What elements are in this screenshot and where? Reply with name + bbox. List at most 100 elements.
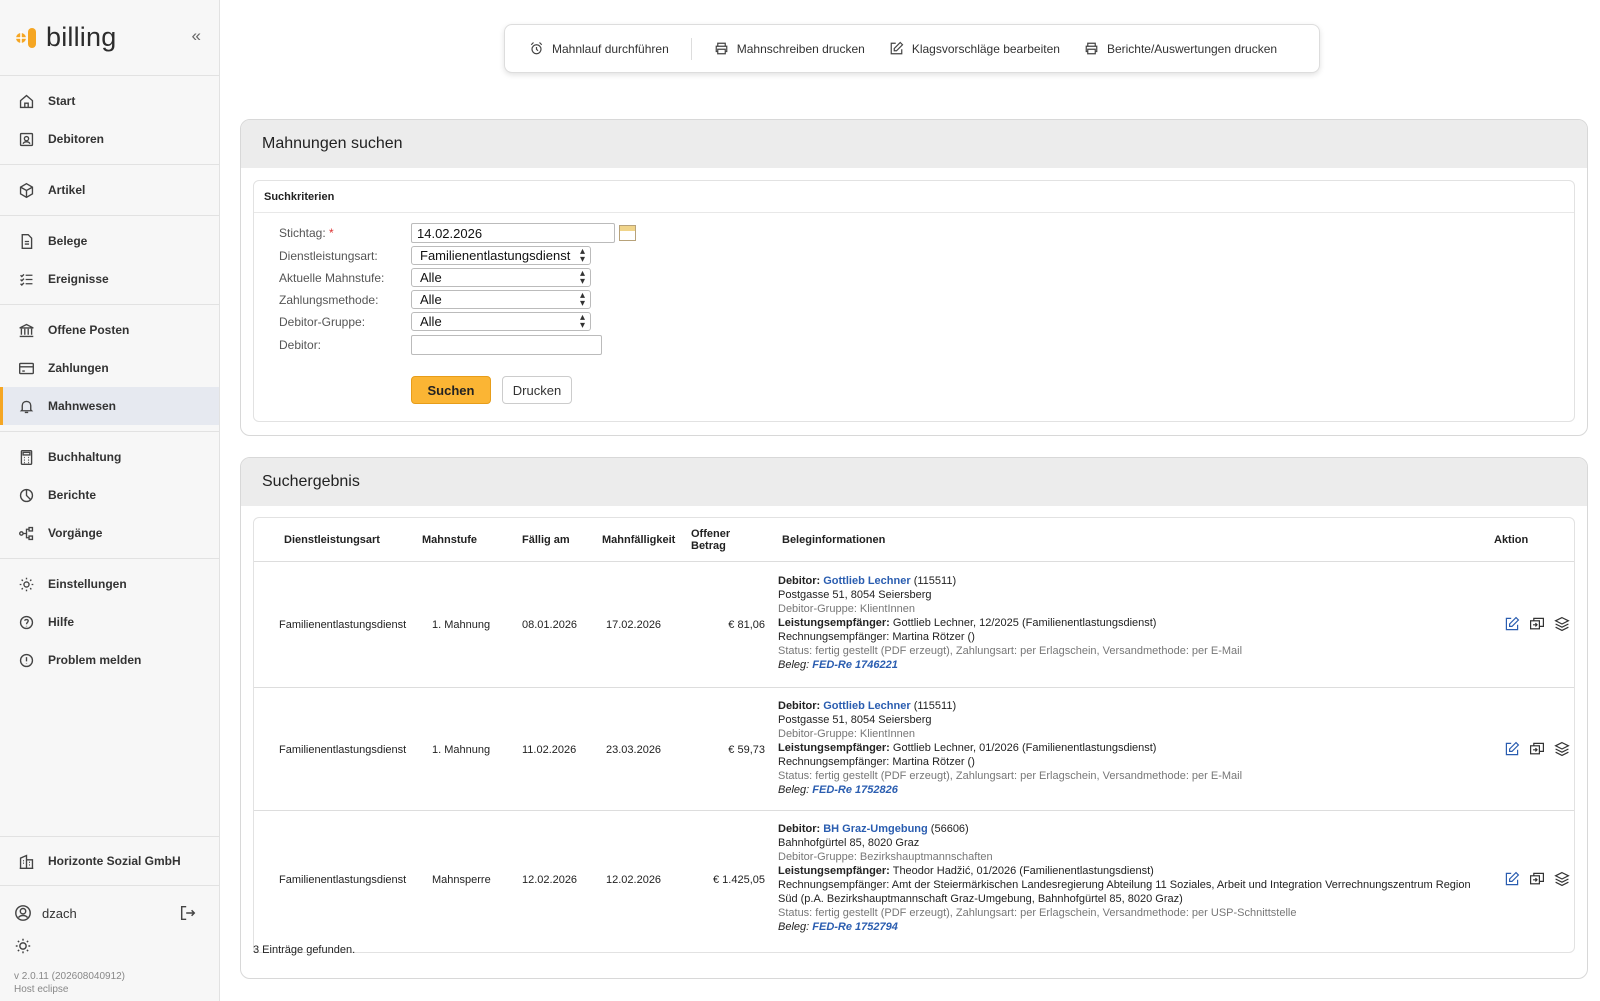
stichtag-input[interactable] [411,223,615,243]
table-header: Dienstleistungsart Mahnstufe Fällig am M… [254,518,1574,562]
mahnstufe-select[interactable]: Alle ▴ ▾ [411,268,591,287]
mahnstufe-row: Aktuelle Mahnstufe: Alle ▴ ▾ [279,268,591,287]
search-panel-title: Mahnungen suchen [241,120,1587,168]
layers-icon[interactable] [1554,871,1570,887]
edit-icon[interactable] [1504,741,1520,757]
sidebar-item-ereignisse[interactable]: Ereignisse [0,260,219,298]
debitor-link[interactable]: Gottlieb Lechner [823,700,910,712]
cell-mahnfaelligkeit: 12.02.2026 [606,874,662,886]
layers-icon[interactable] [1554,616,1570,632]
mahnschreiben-drucken-button[interactable]: Mahnschreiben drucken [702,41,877,56]
dienstleistung-select[interactable]: Familienentlastungsdienst ▴ ▾ [411,246,591,265]
calendar-icon[interactable] [619,225,636,241]
sidebar-item-hilfe[interactable]: Hilfe [0,603,219,641]
nav-group-settings: Einstellungen Hilfe Problem melden [0,559,219,685]
print-button[interactable]: Drucken [502,376,572,404]
cell-dienstleistungsart: Familienentlastungsdienst [279,874,407,886]
cell-beleginfo: Debitor: Gottlieb Lechner (115511) Postg… [778,575,1243,671]
sidebar-item-problem-melden[interactable]: Problem melden [0,641,219,679]
edit-icon [890,41,904,55]
logout-icon[interactable] [179,904,197,925]
cell-dienstleistungsart: Familienentlastungsdienst [279,744,407,756]
cell-faellig: 08.01.2026 [522,619,578,631]
printer-icon [715,42,728,55]
nav-group-main: Start Debitoren [0,76,219,165]
klagsvorschlaege-button[interactable]: Klagsvorschläge bearbeiten [877,41,1072,56]
sidebar-item-offene-posten[interactable]: Offene Posten [0,311,219,349]
swap-icon[interactable] [1529,871,1545,887]
theme-toggle-sun-icon[interactable] [14,937,32,960]
sidebar-item-buchhaltung[interactable]: Buchhaltung [0,438,219,476]
criteria-title: Suchkriterien [254,181,1574,213]
edit-icon[interactable] [1504,871,1520,887]
cell-beleginfo: Debitor: BH Graz-Umgebung (56606) Bahnho… [778,823,1471,933]
result-count: 3 Einträge gefunden. [253,944,356,956]
nav-group-articles: Artikel [0,165,219,216]
col-faellig[interactable]: Fällig am [522,535,570,546]
sidebar-item-berichte[interactable]: Berichte [0,476,219,514]
beleg-link[interactable]: FED-Re 1752794 [812,921,898,933]
sidebar-item-label: Debitoren [48,132,105,146]
swap-icon[interactable] [1529,616,1545,632]
divider [690,37,692,60]
calculator-icon [20,449,33,465]
version-text: v 2.0.11 (202608040912) [14,971,126,982]
printer-icon [1085,42,1098,55]
col-beleginformationen: Beleginformationen [782,534,886,546]
beleg-link[interactable]: FED-Re 1752826 [812,784,898,796]
gruppe-label: Debitor-Gruppe: [279,314,366,329]
sidebar-item-vorgaenge[interactable]: Vorgänge [0,514,219,552]
organization[interactable]: Horizonte Sozial GmbH [0,836,219,886]
col-offener[interactable]: Offener [691,529,730,540]
user-row: dzach [0,898,219,928]
sidebar-item-start[interactable]: Start [0,82,219,120]
row-actions [1504,616,1570,632]
row-actions [1504,871,1570,887]
zahlung-select[interactable]: Alle ▴ ▾ [411,290,591,309]
debitor-input[interactable] [411,335,602,355]
gruppe-row: Debitor-Gruppe: Alle ▴ ▾ [279,312,591,331]
col-betrag[interactable]: Betrag [691,541,726,552]
search-criteria-box: Suchkriterien Stichtag: * Dienstleistung… [253,180,1575,422]
debitor-link[interactable]: BH Graz-Umgebung [823,823,928,835]
stichtag-label: Stichtag: * [279,226,334,240]
cell-betrag: € 1.425,05 [713,874,765,886]
col-mahnstufe[interactable]: Mahnstufe [422,535,477,546]
sidebar-item-artikel[interactable]: Artikel [0,171,219,209]
select-arrows-icon: ▴ ▾ [579,290,585,309]
select-arrows-icon: ▴ ▾ [579,312,585,331]
search-button[interactable]: Suchen [411,376,491,404]
sidebar-item-zahlungen[interactable]: Zahlungen [0,349,219,387]
cell-faellig: 12.02.2026 [522,874,578,886]
berichte-label: Berichte/Auswertungen drucken [1106,41,1278,56]
sidebar-item-mahnwesen[interactable]: Mahnwesen [0,387,219,425]
workflow-icon [19,526,34,540]
col-mahnfaelligkeit[interactable]: Mahnfälligkeit [602,535,675,546]
version-info: v 2.0.11 (202608040912) Host eclipse [14,970,125,996]
sidebar-item-belege[interactable]: Belege [0,222,219,260]
berichte-drucken-button[interactable]: Berichte/Auswertungen drucken [1072,41,1289,56]
host-text: Host eclipse [14,984,69,995]
sidebar-item-debitoren[interactable]: Debitoren [0,120,219,158]
alert-icon [19,653,34,667]
mahnlauf-button[interactable]: Mahnlauf durchführen [517,41,681,56]
table-row: Familienentlastungsdienst 1. Mahnung 11.… [254,688,1574,811]
row-actions [1504,741,1570,757]
cell-betrag: € 81,06 [728,619,765,631]
debitor-link[interactable]: Gottlieb Lechner [823,575,910,587]
gruppe-select[interactable]: Alle ▴ ▾ [411,312,591,331]
select-arrows-icon: ▴ ▾ [579,246,585,265]
sidebar-item-einstellungen[interactable]: Einstellungen [0,565,219,603]
layers-icon[interactable] [1554,741,1570,757]
swap-icon[interactable] [1529,741,1545,757]
edit-icon[interactable] [1504,616,1520,632]
organization-name: Horizonte Sozial GmbH [48,854,181,868]
col-dienstleistungsart[interactable]: Dienstleistungsart [284,535,380,546]
app-name: billing [46,22,117,52]
sidebar-item-label: Einstellungen [48,577,127,591]
beleg-link[interactable]: FED-Re 1746221 [812,659,898,671]
double-chevron-left-icon[interactable]: « [192,26,201,46]
cell-mahnfaelligkeit: 17.02.2026 [606,619,662,631]
mahnstufe-label: Aktuelle Mahnstufe: [279,270,385,285]
pie-chart-icon [19,488,34,502]
